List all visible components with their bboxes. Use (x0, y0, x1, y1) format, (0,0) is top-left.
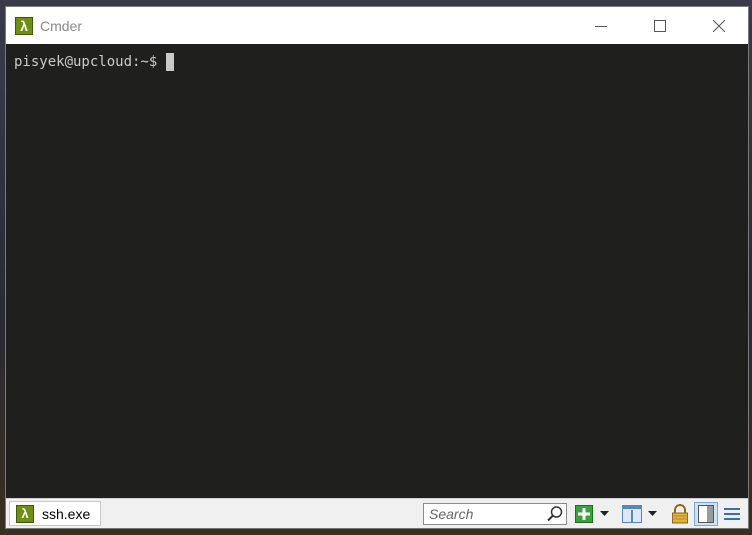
window-controls (571, 7, 748, 44)
console-tab[interactable]: λ ssh.exe (9, 501, 102, 526)
minimize-button[interactable] (571, 7, 630, 44)
text-cursor (166, 53, 175, 71)
terminal-area[interactable]: pisyek@upcloud:~$ (6, 44, 748, 498)
panel-icon (698, 504, 714, 523)
panel-toggle-button[interactable] (694, 501, 718, 526)
toolbar (423, 499, 746, 528)
lambda-icon: λ (16, 504, 34, 523)
split-pane-button[interactable] (621, 503, 643, 525)
shell-prompt: pisyek@upcloud:~$ (14, 54, 158, 70)
cmder-window: λ Cmder pisyek@upcloud:~$ λ ssh.exe (5, 6, 749, 529)
lock-button[interactable] (669, 503, 691, 525)
dropdown-icon (599, 510, 609, 516)
new-console-icon (575, 504, 593, 523)
title-bar[interactable]: λ Cmder (6, 7, 748, 44)
split-pane-icon (622, 504, 642, 523)
menu-icon (724, 507, 740, 520)
status-bar: λ ssh.exe (6, 498, 748, 528)
close-button[interactable] (689, 7, 748, 44)
dropdown-icon (647, 510, 657, 516)
search-box (423, 502, 567, 525)
maximize-icon (653, 19, 666, 32)
minimize-icon (594, 25, 607, 27)
lock-icon (672, 503, 688, 523)
tab-label: ssh.exe (42, 505, 91, 522)
lambda-icon[interactable]: λ (15, 16, 33, 35)
menu-button[interactable] (721, 503, 743, 525)
maximize-button[interactable] (630, 7, 689, 44)
split-pane-dropdown[interactable] (646, 503, 658, 525)
new-console-dropdown[interactable] (598, 503, 610, 525)
close-icon (712, 19, 725, 32)
new-console-button[interactable] (573, 503, 595, 525)
search-icon[interactable] (546, 505, 564, 523)
prompt-line: pisyek@upcloud:~$ (14, 53, 740, 71)
window-title: Cmder (40, 17, 83, 34)
search-input[interactable] (424, 504, 547, 523)
